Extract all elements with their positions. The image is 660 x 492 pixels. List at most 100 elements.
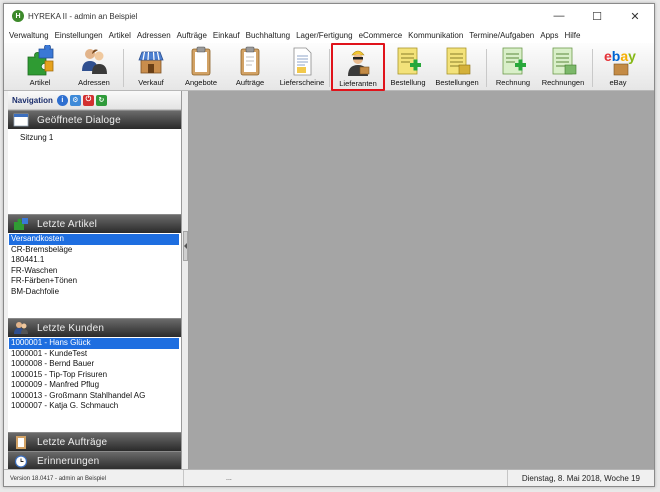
toolbar-angebote-button[interactable]: Angebote bbox=[179, 45, 223, 90]
menu-auftraege[interactable]: Aufträge bbox=[177, 31, 207, 40]
customers-icon bbox=[14, 322, 28, 334]
settings-icon[interactable]: ⚙ bbox=[69, 94, 81, 106]
section-title: Letzte Artikel bbox=[37, 218, 98, 230]
toolbar-lieferanten-button[interactable]: Lieferanten bbox=[331, 43, 385, 91]
toolbar-rechnungen-button[interactable]: Rechnungen bbox=[537, 45, 589, 90]
toolbar-bestellungen-label: Bestellungen bbox=[435, 78, 479, 87]
section-letzte-kunden[interactable]: Letzte Kunden bbox=[8, 318, 181, 337]
window-icon bbox=[13, 113, 29, 127]
toolbar-adressen-label: Adressen bbox=[78, 78, 110, 87]
menu-hilfe[interactable]: Hilfe bbox=[564, 31, 580, 40]
collapse-arrow-icon[interactable] bbox=[183, 231, 188, 261]
title-bar[interactable]: H HYREKA II - admin an Beispiel — ☐ ✕ bbox=[4, 4, 654, 28]
toolbar-separator bbox=[486, 49, 487, 87]
list-item[interactable]: 1000001 - Hans Glück bbox=[9, 338, 179, 349]
toolbar-lieferscheine-button[interactable]: Lieferscheine bbox=[276, 45, 328, 90]
open-dialogs-list: Sitzung 1 bbox=[8, 129, 181, 214]
puzzle-icon bbox=[27, 45, 54, 76]
menu-verwaltung[interactable]: Verwaltung bbox=[9, 31, 49, 40]
section-letzte-auftraege[interactable]: Letzte Aufträge bbox=[8, 432, 181, 451]
toolbar-verkauf-button[interactable]: Verkauf bbox=[127, 45, 175, 90]
toolbar-rechnung-button[interactable]: Rechnung bbox=[491, 45, 535, 90]
navigation-header: Navigation i ⚙ ⏻ ↻ bbox=[8, 91, 181, 110]
power-icon[interactable]: ⏻ bbox=[82, 94, 94, 106]
toolbar-adressen-button[interactable]: Adressen bbox=[70, 45, 118, 90]
menu-artikel[interactable]: Artikel bbox=[109, 31, 131, 40]
menu-einkauf[interactable]: Einkauf bbox=[213, 31, 240, 40]
list-item[interactable]: FR-Waschen bbox=[9, 266, 181, 277]
list-item[interactable]: CR-Bremsbeläge bbox=[9, 245, 181, 256]
section-geoeffnete-dialoge[interactable]: Geöffnete Dialoge bbox=[8, 110, 181, 129]
menu-kommunikation[interactable]: Kommunikation bbox=[408, 31, 463, 40]
maximize-button[interactable]: ☐ bbox=[578, 4, 616, 28]
menu-termine-aufgaben[interactable]: Termine/Aufgaben bbox=[469, 31, 534, 40]
main-toolbar: Artikel Adressen Verkauf Angebote Aufträ… bbox=[4, 43, 654, 91]
toolbar-rechnungen-label: Rechnungen bbox=[541, 78, 585, 87]
puzzle-icon bbox=[14, 218, 28, 230]
alarm-clock-icon bbox=[14, 455, 28, 468]
list-item[interactable]: Sitzung 1 bbox=[18, 133, 181, 144]
toolbar-separator bbox=[592, 49, 593, 87]
supplier-worker-icon bbox=[348, 50, 370, 76]
panel-splitter[interactable] bbox=[182, 91, 189, 469]
close-button[interactable]: ✕ bbox=[616, 4, 654, 28]
menu-bar: Verwaltung Einstellungen Artikel Adresse… bbox=[4, 28, 654, 43]
toolbar-bestellung-label: Bestellung bbox=[390, 78, 426, 87]
list-item[interactable]: 1000001 - KundeTest bbox=[9, 349, 181, 360]
toolbar-auftraege-button[interactable]: Aufträge bbox=[228, 45, 272, 90]
toolbar-rechnung-label: Rechnung bbox=[495, 78, 531, 87]
toolbar-separator bbox=[123, 49, 124, 87]
status-version: Version 18.0417 - admin an Beispiel bbox=[4, 470, 184, 486]
menu-lager-fertigung[interactable]: Lager/Fertigung bbox=[296, 31, 352, 40]
section-letzte-artikel[interactable]: Letzte Artikel bbox=[8, 214, 181, 233]
list-item[interactable]: Versandkosten bbox=[9, 234, 179, 245]
clipboard-orders-icon bbox=[240, 46, 260, 76]
section-title: Erinnerungen bbox=[37, 455, 100, 467]
menu-buchhaltung[interactable]: Buchhaltung bbox=[246, 31, 290, 40]
toolbar-bestellungen-button[interactable]: Bestellungen bbox=[431, 45, 483, 90]
clipboard-icon bbox=[16, 436, 26, 449]
section-title: Letzte Aufträge bbox=[37, 436, 108, 448]
menu-adressen[interactable]: Adressen bbox=[137, 31, 171, 40]
app-logo-icon: H bbox=[12, 10, 24, 22]
toolbar-auftraege-label: Aufträge bbox=[235, 78, 265, 87]
menu-apps[interactable]: Apps bbox=[540, 31, 558, 40]
list-item[interactable]: FR-Färben+Tönen bbox=[9, 276, 181, 287]
list-item[interactable]: 1000007 - Katja G. Schmauch bbox=[9, 401, 181, 412]
toolbar-artikel-button[interactable]: Artikel bbox=[16, 45, 64, 90]
ebay-logo-text-a: a bbox=[620, 48, 628, 64]
menu-einstellungen[interactable]: Einstellungen bbox=[55, 31, 103, 40]
orders-list-icon bbox=[446, 47, 471, 75]
ebay-logo-icon: ebay bbox=[604, 48, 636, 76]
toolbar-ebay-label: eBay bbox=[609, 78, 627, 87]
toolbar-verkauf-label: Verkauf bbox=[138, 78, 164, 87]
list-item[interactable]: 180441.1 bbox=[9, 255, 181, 266]
list-item[interactable]: 1000009 - Manfred Pflug bbox=[9, 380, 181, 391]
toolbar-bestellung-button[interactable]: Bestellung bbox=[386, 45, 430, 90]
new-order-icon bbox=[397, 47, 421, 75]
recent-articles-list: Versandkosten CR-Bremsbeläge 180441.1 FR… bbox=[8, 233, 181, 318]
invoices-list-icon bbox=[552, 47, 577, 75]
ebay-logo-text-b: b bbox=[612, 48, 621, 64]
toolbar-separator bbox=[329, 49, 330, 87]
minimize-button[interactable]: — bbox=[540, 4, 578, 28]
status-date: Dienstag, 8. Mai 2018, Woche 19 bbox=[506, 470, 654, 486]
list-item[interactable]: 1000015 - Tip-Top Frisuren bbox=[9, 370, 181, 381]
menu-ecommerce[interactable]: eCommerce bbox=[359, 31, 403, 40]
list-item[interactable]: 1000008 - Bernd Bauer bbox=[9, 359, 181, 370]
main-workspace[interactable] bbox=[189, 91, 654, 469]
contacts-people-icon bbox=[82, 49, 107, 74]
section-erinnerungen[interactable]: Erinnerungen bbox=[8, 451, 181, 470]
refresh-icon[interactable]: ↻ bbox=[95, 94, 107, 106]
navigation-title: Navigation bbox=[12, 95, 53, 105]
recent-customers-list: 1000001 - Hans Glück 1000001 - KundeTest… bbox=[8, 337, 181, 432]
list-item[interactable]: BM-Dachfolie bbox=[9, 287, 181, 298]
toolbar-ebay-button[interactable]: ebay eBay bbox=[596, 45, 640, 90]
ebay-logo-text-y: y bbox=[628, 48, 636, 64]
status-bar: Version 18.0417 - admin an Beispiel ... … bbox=[4, 469, 654, 486]
new-invoice-icon bbox=[502, 47, 526, 75]
status-middle: ... bbox=[226, 475, 232, 482]
list-item[interactable]: 1000013 - Großmann Stahlhandel AG bbox=[9, 391, 181, 402]
info-icon[interactable]: i bbox=[56, 94, 68, 106]
clipboard-icon bbox=[191, 46, 211, 76]
